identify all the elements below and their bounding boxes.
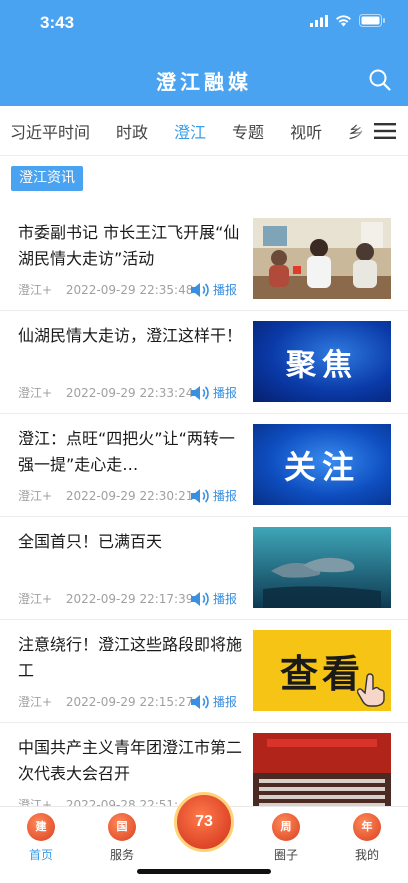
news-item[interactable]: 市委副书记 市长王江飞开展“仙湖民情大走访”活动 澄江+ 2022-09-29 … (0, 208, 408, 311)
news-title[interactable]: 全国首只！已满百天 (18, 529, 246, 555)
news-thumbnail-photo[interactable] (253, 218, 391, 299)
speaker-icon (191, 694, 209, 709)
play-label: 播报 (213, 695, 238, 709)
news-title[interactable]: 澄江：点旺“四把火”让“两转一强一提”走心走… (18, 426, 246, 478)
app-title: 澄江融媒 (156, 70, 252, 94)
play-button[interactable]: 播报 (190, 487, 237, 504)
news-thumbnail-attention[interactable]: 关注 (253, 424, 391, 505)
speaker-icon (191, 591, 209, 606)
news-source: 澄江+ (18, 386, 53, 400)
news-source: 澄江+ (18, 489, 53, 503)
speaker-icon (191, 488, 209, 503)
tab-special[interactable]: 专题 (232, 119, 264, 143)
thumbnail-text: 聚焦 (286, 347, 358, 383)
play-label: 播报 (213, 489, 238, 503)
news-title[interactable]: 中国共产主义青年团澄江市第二次代表大会召开 (18, 735, 246, 787)
category-tabs: 习近平时间 时政 澄江 专题 视听 乡 (0, 106, 408, 156)
tab-xijinping-time[interactable]: 习近平时间 (10, 119, 90, 143)
play-button[interactable]: 播报 (190, 693, 237, 710)
play-button[interactable]: 播报 (190, 281, 237, 298)
speaker-icon (191, 282, 209, 297)
news-meta: 澄江+ 2022-09-29 22:33:24 播报 (18, 384, 254, 402)
play-label: 播报 (213, 592, 238, 606)
circle-icon: 周 (272, 813, 300, 841)
play-label: 播报 (213, 386, 238, 400)
news-item[interactable]: 全国首只！已满百天 澄江+ 2022-09-29 22:17:39 播报 (0, 517, 408, 620)
news-item[interactable]: 注意绕行！澄江这些路段即将施工 澄江+ 2022-09-29 22:15:27 … (0, 620, 408, 723)
status-bar: 3:43 (0, 0, 408, 44)
tab-chengjiang[interactable]: 澄江 (174, 119, 206, 143)
tab-audiovisual[interactable]: 视听 (290, 119, 322, 143)
tab-row: 习近平时间 时政 澄江 专题 视听 乡 (10, 106, 390, 155)
news-meta: 澄江+ 2022-09-29 22:30:21 播报 (18, 487, 254, 505)
tabbar-service[interactable]: 国 服务 (92, 813, 152, 863)
section-label: 澄江资讯 (11, 166, 83, 191)
status-icons (310, 14, 386, 27)
service-icon: 国 (108, 813, 136, 841)
news-thumbnail-hall[interactable] (253, 733, 391, 814)
tabbar-label: 首页 (28, 848, 53, 862)
status-time: 3:43 (40, 13, 75, 32)
news-time: 2022-09-29 22:30:21 (65, 489, 194, 503)
news-title[interactable]: 仙湖民情大走访，澄江这样干！ (18, 323, 246, 349)
anniversary-center-button[interactable]: 73 (174, 792, 234, 852)
wifi-icon (336, 14, 351, 26)
home-indicator[interactable] (137, 869, 271, 874)
news-item[interactable]: 澄江：点旺“四把火”让“两转一强一提”走心走… 澄江+ 2022-09-29 2… (0, 414, 408, 517)
news-list: 市委副书记 市长王江飞开展“仙湖民情大走访”活动 澄江+ 2022-09-29 … (0, 208, 408, 826)
news-time: 2022-09-29 22:35:48 (65, 283, 194, 297)
news-meta: 澄江+ 2022-09-29 22:15:27 播报 (18, 693, 254, 711)
news-time: 2022-09-29 22:33:24 (65, 386, 194, 400)
news-source: 澄江+ (18, 695, 53, 709)
home-icon: 建 (27, 813, 55, 841)
thumbnail-text: 查看 (279, 652, 364, 696)
news-time: 2022-09-29 22:15:27 (65, 695, 194, 709)
tabbar-circle[interactable]: 周 圈子 (256, 813, 316, 863)
news-meta: 澄江+ 2022-09-29 22:17:39 播报 (18, 590, 254, 608)
play-button[interactable]: 播报 (190, 590, 237, 607)
battery-icon (359, 14, 385, 27)
profile-icon: 年 (353, 813, 381, 841)
tab-politics[interactable]: 时政 (116, 119, 148, 143)
tabbar-home[interactable]: 建 首页 (11, 813, 71, 863)
news-source: 澄江+ (18, 283, 53, 297)
app-header: 3:43 澄江融媒 (0, 0, 408, 106)
tabbar-label: 我的 (354, 848, 379, 862)
news-time: 2022-09-29 22:17:39 (65, 592, 194, 606)
news-thumbnail-check[interactable]: 查看 (253, 630, 391, 711)
tabbar-mine[interactable]: 年 我的 (337, 813, 397, 863)
news-thumbnail-focus[interactable]: 聚焦 (253, 321, 391, 402)
menu-icon[interactable] (374, 121, 396, 141)
hand-pointer-icon (357, 673, 385, 707)
news-thumbnail-dolphin[interactable] (253, 527, 391, 608)
tabbar-label: 圈子 (273, 848, 298, 862)
news-meta: 澄江+ 2022-09-29 22:35:48 播报 (18, 281, 254, 299)
anniversary-number: 73 (195, 813, 213, 830)
news-title[interactable]: 市委副书记 市长王江飞开展“仙湖民情大走访”活动 (18, 220, 246, 272)
play-label: 播报 (213, 283, 238, 297)
signal-icon (310, 14, 328, 27)
tabbar-label: 服务 (109, 848, 134, 862)
speaker-icon (191, 385, 209, 400)
play-button[interactable]: 播报 (190, 384, 237, 401)
search-icon[interactable] (368, 68, 392, 92)
thumbnail-text: 关注 (283, 447, 360, 486)
news-title[interactable]: 注意绕行！澄江这些路段即将施工 (18, 632, 246, 684)
news-item[interactable]: 仙湖民情大走访，澄江这样干！ 澄江+ 2022-09-29 22:33:24 播… (0, 311, 408, 414)
news-source: 澄江+ (18, 592, 53, 606)
